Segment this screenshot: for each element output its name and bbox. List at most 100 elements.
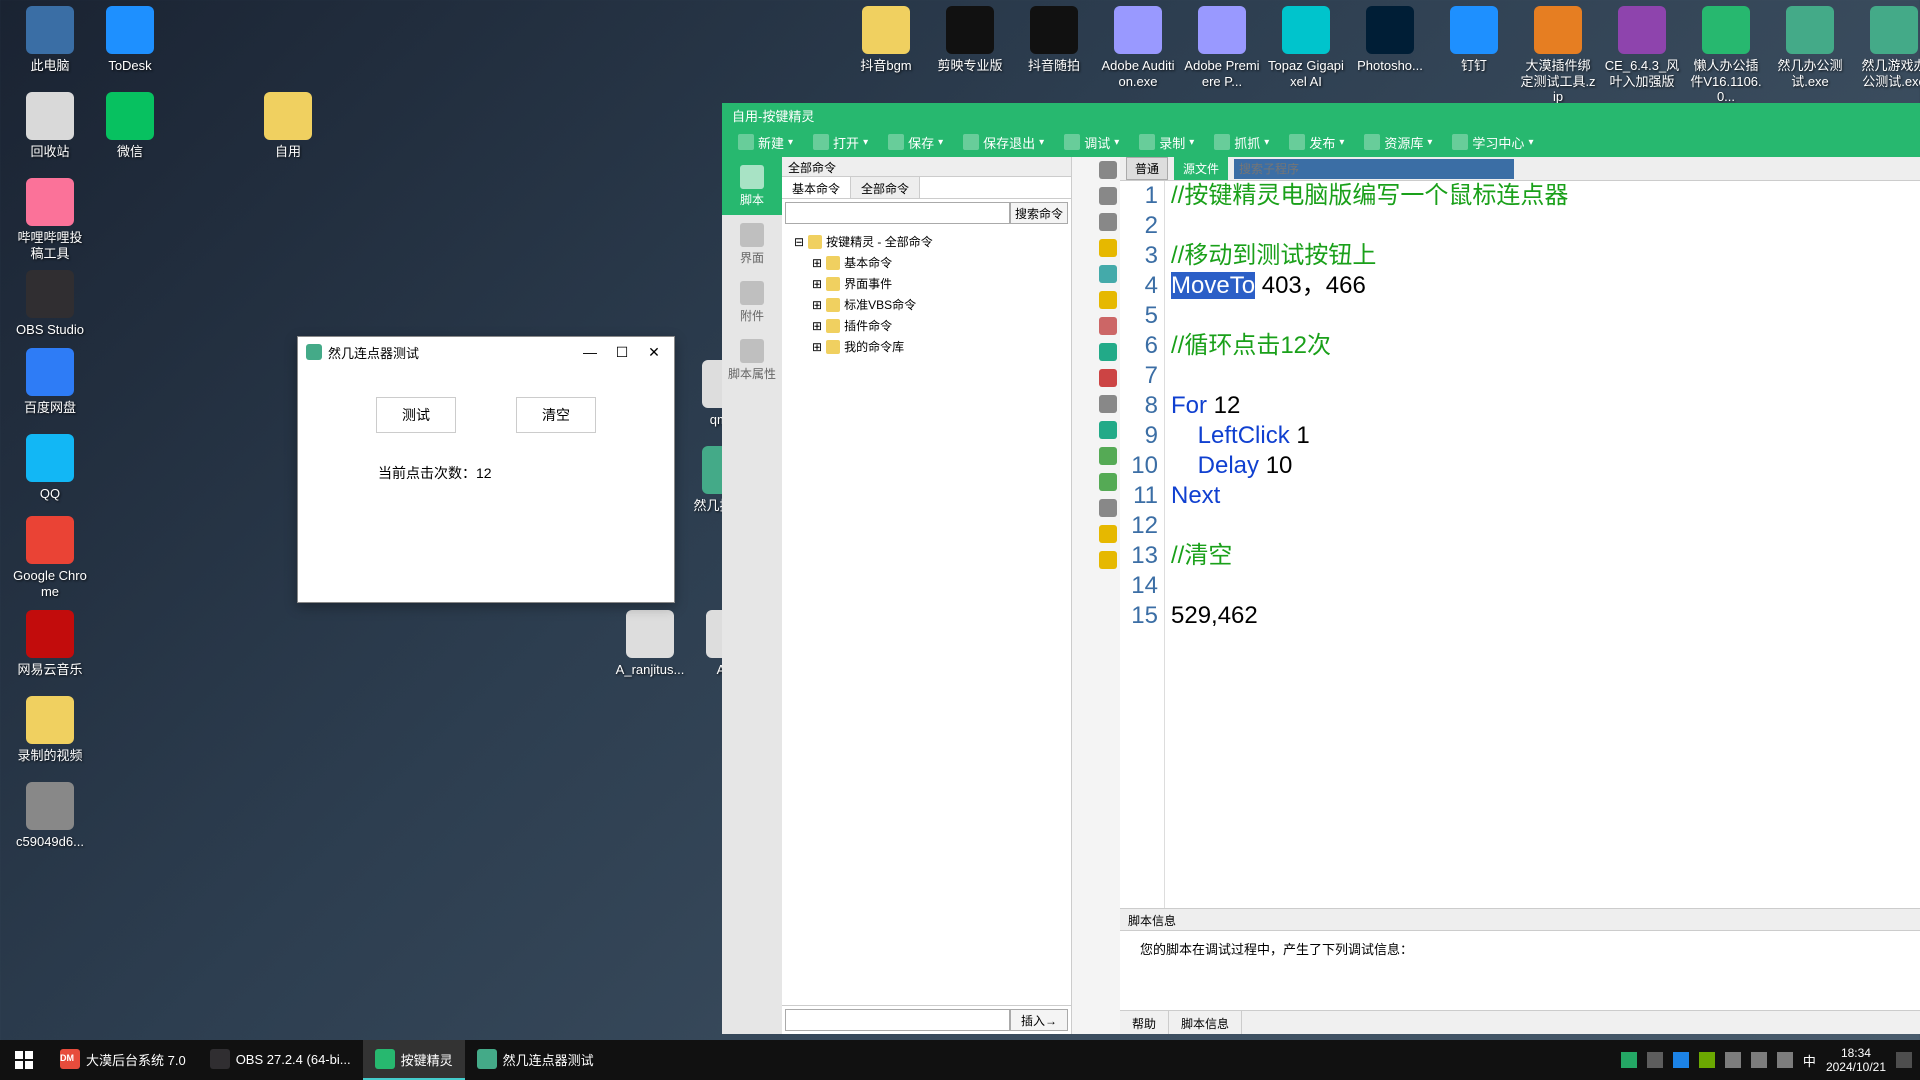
desktop-icon[interactable]: A_ranjitus... (612, 610, 688, 678)
tray-icon[interactable] (1647, 1052, 1663, 1068)
tree-node[interactable]: ⊞ 基本命令 (788, 252, 1065, 273)
sidebar-界面[interactable]: 界面 (722, 215, 782, 273)
desktop-icon[interactable]: 此电脑 (12, 6, 88, 74)
test-button[interactable]: 测试 (376, 397, 456, 433)
close-button[interactable]: ✕ (642, 340, 666, 364)
desktop-icon[interactable]: Google Chrome (12, 516, 88, 599)
desktop-icon[interactable]: Topaz Gigapixel AI (1268, 6, 1344, 105)
taskbar-item[interactable]: 然几连点器测试 (465, 1040, 606, 1080)
editor-tab-source[interactable]: 源文件 (1174, 157, 1228, 180)
tree-node[interactable]: ⊞ 插件命令 (788, 315, 1065, 336)
sidebar-脚本[interactable]: 脚本 (722, 157, 782, 215)
tray-nvidia-icon[interactable] (1699, 1052, 1715, 1068)
code-line[interactable]: //循环点击12次 (1171, 331, 1920, 361)
desktop-icon[interactable]: 大漠插件绑定测试工具.zip (1520, 6, 1596, 105)
toolbar-调试[interactable]: 调试▾ (1056, 129, 1127, 156)
desktop-icon[interactable]: 剪映专业版 (932, 6, 1008, 105)
vtool-icon[interactable] (1099, 265, 1117, 283)
testapp-titlebar[interactable]: 然几连点器测试 — ☐ ✕ (298, 337, 674, 367)
desktop-icon[interactable]: 网易云音乐 (12, 610, 88, 678)
vtool-icon[interactable] (1099, 473, 1117, 491)
desktop-icon[interactable]: OBS Studio (12, 270, 88, 338)
desktop-icon[interactable]: Adobe Audition.exe (1100, 6, 1176, 105)
vtool-icon[interactable] (1099, 421, 1117, 439)
insert-input[interactable] (785, 1009, 1010, 1031)
desktop-icon[interactable]: 百度网盘 (12, 348, 88, 416)
desktop-icon[interactable]: CE_6.4.3_风叶入加强版 (1604, 6, 1680, 105)
sidebar-脚本属性[interactable]: 脚本属性 (722, 331, 782, 389)
desktop-icon[interactable]: Adobe Premiere P... (1184, 6, 1260, 105)
tray-icon[interactable] (1725, 1052, 1741, 1068)
vtool-go-icon[interactable] (1099, 447, 1117, 465)
ide-titlebar[interactable]: 自用-按键精灵 (722, 103, 1920, 127)
desktop-icon[interactable]: 录制的视频 (12, 696, 88, 764)
tray-ime[interactable]: 中 (1803, 1051, 1816, 1070)
toolbar-打开[interactable]: 打开▾ (805, 129, 876, 156)
minimize-button[interactable]: — (578, 340, 602, 364)
command-search-input[interactable] (785, 202, 1010, 224)
desktop-icon[interactable]: QQ (12, 434, 88, 502)
taskbar-clock[interactable]: 18:34 2024/10/21 (1826, 1046, 1886, 1075)
desktop-icon[interactable]: 抖音随拍 (1016, 6, 1092, 105)
code-line[interactable]: //清空 (1171, 541, 1920, 571)
code-line[interactable] (1171, 511, 1920, 541)
toolbar-保存[interactable]: 保存▾ (880, 129, 951, 156)
code-line[interactable]: Delay 10 (1171, 451, 1920, 481)
vtool-eye-icon[interactable] (1099, 551, 1117, 569)
editor-tab-normal[interactable]: 普通 (1126, 157, 1168, 180)
desktop-icon[interactable]: 懒人办公插件V16.1106.0... (1688, 6, 1764, 105)
tree-node[interactable]: ⊞ 我的命令库 (788, 336, 1065, 357)
tray-icon[interactable] (1621, 1052, 1637, 1068)
toolbar-抓抓[interactable]: 抓抓▾ (1206, 129, 1277, 156)
desktop-icon[interactable]: 钉钉 (1436, 6, 1512, 105)
vtool-icon[interactable] (1099, 291, 1117, 309)
code-line[interactable] (1171, 361, 1920, 391)
desktop-icon[interactable]: 微信 (92, 92, 168, 160)
desktop-icon[interactable]: c59049d6... (12, 782, 88, 850)
tree-node[interactable]: ⊞ 界面事件 (788, 273, 1065, 294)
code-editor[interactable]: 123456789101112131415 //按键精灵电脑版编写一个鼠标连点器… (1120, 181, 1920, 908)
desktop-icon[interactable]: 抖音bgm (848, 6, 924, 105)
tray-notifications-icon[interactable] (1896, 1052, 1912, 1068)
code-line[interactable]: Next (1171, 481, 1920, 511)
code-line[interactable]: //按键精灵电脑版编写一个鼠标连点器 (1171, 181, 1920, 211)
desktop-icon[interactable]: 哔哩哔哩投稿工具 (12, 178, 88, 261)
bottom-tab[interactable]: 脚本信息 (1169, 1011, 1242, 1034)
code-line[interactable] (1171, 571, 1920, 601)
tray-network-icon[interactable] (1777, 1052, 1793, 1068)
desktop-icon[interactable]: ToDesk (92, 6, 168, 74)
tree-node[interactable]: ⊟ 按键精灵 - 全部命令 (788, 231, 1065, 252)
vtool-icon[interactable] (1099, 395, 1117, 413)
code-line[interactable] (1171, 211, 1920, 241)
code-line[interactable]: 529,462 (1171, 601, 1920, 631)
command-search-button[interactable]: 搜索命令 (1010, 202, 1068, 224)
desktop-icon[interactable]: 然几办公测试.exe (1772, 6, 1848, 105)
toolbar-学习中心[interactable]: 学习中心▾ (1444, 129, 1541, 156)
toolbar-发布[interactable]: 发布▾ (1281, 129, 1352, 156)
vtool-icon[interactable] (1099, 499, 1117, 517)
vtool-icon[interactable] (1099, 187, 1117, 205)
code-line[interactable]: For 12 (1171, 391, 1920, 421)
subroutine-search-input[interactable] (1234, 159, 1514, 179)
code-line[interactable]: MoveTo 403，466 (1171, 271, 1920, 301)
vtool-icon[interactable] (1099, 317, 1117, 335)
code-line[interactable] (1171, 301, 1920, 331)
toolbar-保存退出[interactable]: 保存退出▾ (955, 129, 1052, 156)
code-line[interactable]: //移动到测试按钮上 (1171, 241, 1920, 271)
maximize-button[interactable]: ☐ (610, 340, 634, 364)
toolbar-新建[interactable]: 新建▾ (730, 129, 801, 156)
tray-volume-icon[interactable] (1751, 1052, 1767, 1068)
toolbar-录制[interactable]: 录制▾ (1131, 129, 1202, 156)
command-tab[interactable]: 全部命令 (851, 177, 920, 198)
tray-icon[interactable] (1673, 1052, 1689, 1068)
clear-button[interactable]: 清空 (516, 397, 596, 433)
code-line[interactable]: LeftClick 1 (1171, 421, 1920, 451)
vtool-icon[interactable] (1099, 213, 1117, 231)
vtool-icon[interactable] (1099, 525, 1117, 543)
desktop-icon[interactable]: 回收站 (12, 92, 88, 160)
desktop-icon[interactable]: 然几游戏办公测试.exe (1856, 6, 1920, 105)
taskbar-item[interactable]: 按键精灵 (363, 1040, 465, 1080)
bottom-tab[interactable]: 帮助 (1120, 1011, 1169, 1034)
desktop-icon[interactable]: 自用 (250, 92, 326, 160)
start-button[interactable] (0, 1040, 48, 1080)
